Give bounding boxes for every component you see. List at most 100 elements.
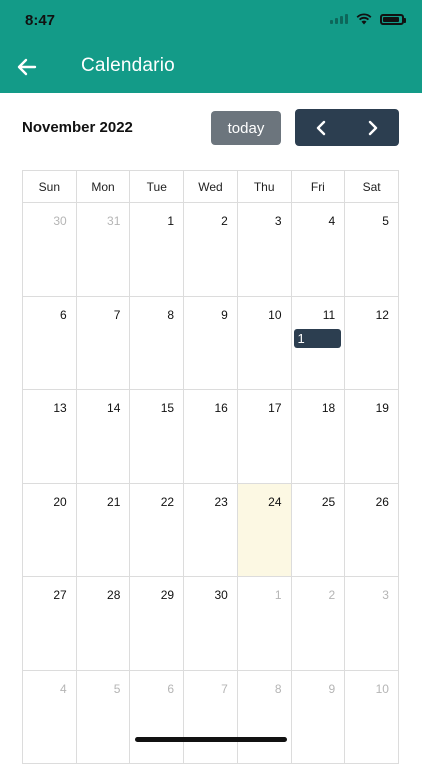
day-cell[interactable]: 2 bbox=[184, 203, 238, 297]
day-number: 11 bbox=[323, 308, 335, 322]
status-icons bbox=[330, 13, 404, 25]
day-number: 23 bbox=[214, 495, 227, 509]
day-number: 3 bbox=[275, 214, 282, 228]
week-row: 20 21 22 23 24 25 26 bbox=[23, 484, 399, 578]
day-number: 2 bbox=[221, 214, 228, 228]
day-number: 5 bbox=[114, 682, 121, 696]
day-number: 19 bbox=[376, 401, 389, 415]
day-number: 16 bbox=[214, 401, 227, 415]
day-cell[interactable]: 27 bbox=[23, 577, 77, 671]
day-cell[interactable]: 22 bbox=[130, 484, 184, 578]
app-header: 8:47 Calendario bbox=[0, 0, 422, 93]
weekday-wed: Wed bbox=[184, 171, 238, 203]
day-number: 5 bbox=[382, 214, 389, 228]
day-cell[interactable]: 10 bbox=[238, 297, 292, 391]
day-cell[interactable]: 12 bbox=[345, 297, 399, 391]
day-number: 7 bbox=[221, 682, 228, 696]
day-number: 4 bbox=[329, 214, 336, 228]
day-cell[interactable]: 30 bbox=[23, 203, 77, 297]
arrow-left-icon[interactable] bbox=[15, 55, 39, 79]
day-number: 25 bbox=[322, 495, 335, 509]
day-cell[interactable]: 3 bbox=[238, 203, 292, 297]
week-row: 27 28 29 30 1 2 3 bbox=[23, 577, 399, 671]
day-number: 10 bbox=[268, 308, 281, 322]
weekday-tue: Tue bbox=[130, 171, 184, 203]
day-number: 15 bbox=[161, 401, 174, 415]
chevron-right-icon bbox=[366, 120, 380, 136]
day-number: 30 bbox=[53, 214, 66, 228]
day-cell[interactable]: 30 bbox=[184, 577, 238, 671]
day-cell[interactable]: 4 bbox=[292, 203, 346, 297]
day-cell[interactable]: 17 bbox=[238, 390, 292, 484]
day-cell[interactable]: 21 bbox=[77, 484, 131, 578]
day-number: 10 bbox=[376, 682, 389, 696]
day-number: 14 bbox=[107, 401, 120, 415]
day-cell[interactable]: 26 bbox=[345, 484, 399, 578]
day-number: 20 bbox=[53, 495, 66, 509]
day-cell[interactable]: 1 bbox=[130, 203, 184, 297]
week-row: 6 7 8 9 10 11 1 12 bbox=[23, 297, 399, 391]
day-number: 1 bbox=[167, 214, 174, 228]
day-number: 8 bbox=[167, 308, 174, 322]
calendar-event[interactable]: 1 bbox=[294, 329, 342, 348]
day-number: 21 bbox=[107, 495, 120, 509]
day-number: 18 bbox=[322, 401, 335, 415]
day-cell[interactable]: 11 1 bbox=[292, 297, 346, 391]
day-number: 7 bbox=[114, 308, 121, 322]
day-number: 2 bbox=[329, 588, 336, 602]
wifi-icon bbox=[356, 13, 372, 25]
day-number: 9 bbox=[329, 682, 336, 696]
signal-icon bbox=[330, 14, 348, 24]
battery-icon bbox=[380, 14, 404, 25]
day-number: 29 bbox=[161, 588, 174, 602]
day-cell[interactable]: 1 bbox=[238, 577, 292, 671]
day-number: 6 bbox=[60, 308, 67, 322]
day-cell[interactable]: 16 bbox=[184, 390, 238, 484]
page-title: Calendario bbox=[81, 55, 175, 77]
chevron-left-icon bbox=[314, 120, 328, 136]
day-number: 8 bbox=[275, 682, 282, 696]
day-number: 28 bbox=[107, 588, 120, 602]
day-number: 26 bbox=[376, 495, 389, 509]
calendar-grid: Sun Mon Tue Wed Thu Fri Sat 30 31 1 2 3 … bbox=[22, 170, 399, 764]
day-cell[interactable]: 23 bbox=[184, 484, 238, 578]
day-number: 27 bbox=[53, 588, 66, 602]
day-cell[interactable]: 14 bbox=[77, 390, 131, 484]
home-indicator bbox=[135, 737, 287, 742]
day-cell[interactable]: 3 bbox=[345, 577, 399, 671]
weekday-mon: Mon bbox=[77, 171, 131, 203]
day-cell[interactable]: 20 bbox=[23, 484, 77, 578]
day-cell[interactable]: 25 bbox=[292, 484, 346, 578]
day-number: 1 bbox=[275, 588, 282, 602]
day-cell[interactable]: 9 bbox=[184, 297, 238, 391]
day-number: 9 bbox=[221, 308, 228, 322]
day-cell[interactable]: 13 bbox=[23, 390, 77, 484]
weekday-header-row: Sun Mon Tue Wed Thu Fri Sat bbox=[23, 171, 399, 203]
day-cell[interactable]: 6 bbox=[23, 297, 77, 391]
day-cell[interactable]: 2 bbox=[292, 577, 346, 671]
day-cell[interactable]: 18 bbox=[292, 390, 346, 484]
day-cell[interactable]: 29 bbox=[130, 577, 184, 671]
day-number: 24 bbox=[268, 495, 281, 509]
day-cell[interactable]: 5 bbox=[345, 203, 399, 297]
day-cell[interactable]: 28 bbox=[77, 577, 131, 671]
day-number: 30 bbox=[214, 588, 227, 602]
today-button[interactable]: today bbox=[211, 111, 281, 145]
day-number: 13 bbox=[53, 401, 66, 415]
day-cell[interactable]: 8 bbox=[130, 297, 184, 391]
week-row: 30 31 1 2 3 4 5 bbox=[23, 203, 399, 297]
weekday-sat: Sat bbox=[345, 171, 399, 203]
weekday-thu: Thu bbox=[238, 171, 292, 203]
day-number: 17 bbox=[268, 401, 281, 415]
prev-month-button[interactable] bbox=[295, 109, 347, 146]
next-month-button[interactable] bbox=[347, 109, 399, 146]
day-cell[interactable]: 31 bbox=[77, 203, 131, 297]
day-cell-today[interactable]: 24 bbox=[238, 484, 292, 578]
weekday-sun: Sun bbox=[23, 171, 77, 203]
day-cell[interactable]: 19 bbox=[345, 390, 399, 484]
day-cell[interactable]: 7 bbox=[77, 297, 131, 391]
day-number: 4 bbox=[60, 682, 67, 696]
day-number: 22 bbox=[161, 495, 174, 509]
day-number: 12 bbox=[376, 308, 389, 322]
day-cell[interactable]: 15 bbox=[130, 390, 184, 484]
